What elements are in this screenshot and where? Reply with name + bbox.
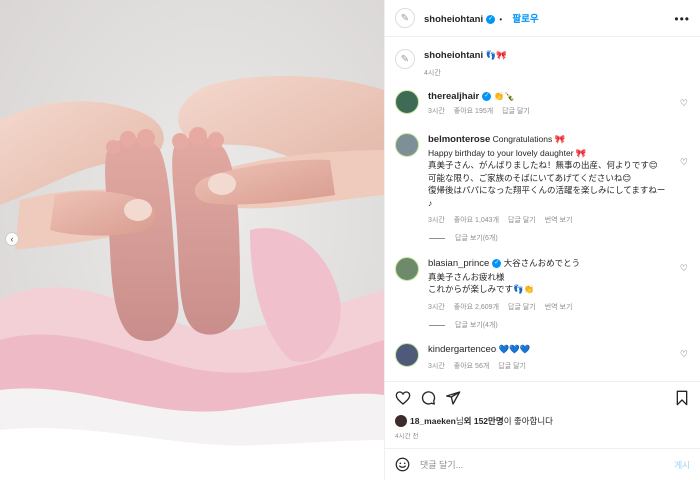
caption-time: 4시간 <box>424 69 441 77</box>
comment-username[interactable]: belmonterose <box>428 134 490 145</box>
comment-likes[interactable]: 좋아요 2,609개 <box>454 302 499 315</box>
carousel-dot-active <box>191 466 195 470</box>
translate-button[interactable]: 번역 보기 <box>545 215 573 228</box>
comments-list: ✎ shoheiohtani 👣🎀 4시간 therealjhair ✓ 👏🍾 3… <box>385 37 700 380</box>
replies-divider <box>429 237 445 239</box>
send-icon[interactable] <box>445 390 461 406</box>
post-time-ago: 4시간 전 <box>395 433 419 440</box>
comment-time: 3시간 <box>428 217 445 224</box>
action-bar: 18_maeken 님 외 152만명 이 좋아합니다 4시간 전 <box>385 381 700 441</box>
caption-username[interactable]: shoheiohtani <box>424 50 483 61</box>
comment-likes[interactable]: 좋아요 1,043개 <box>454 215 499 228</box>
reply-button[interactable]: 답글 달기 <box>498 361 526 374</box>
comment-time: 3시간 <box>428 362 445 370</box>
author-avatar[interactable]: ✎ <box>395 8 415 28</box>
smile-icon[interactable] <box>395 457 410 472</box>
carousel-indicator <box>184 466 195 470</box>
view-replies-label: 답글 보기(4개) <box>455 322 498 329</box>
view-replies-label: 답글 보기(6개) <box>455 235 498 242</box>
comment-text-line: 真美子さんお疲れ様 <box>428 271 505 282</box>
follow-button[interactable]: 팔로우 <box>512 14 538 25</box>
prev-photo-button[interactable]: ‹ <box>5 232 19 246</box>
separator-dot: • <box>499 15 503 24</box>
likes-summary[interactable]: 18_maeken 님 외 152만명 이 좋아합니다 <box>395 415 553 427</box>
caption-text: 👣🎀 <box>485 50 507 60</box>
reply-button[interactable]: 답글 달기 <box>502 106 530 119</box>
comment-text-line: 可能な限り、ご家族のそばにいてあげてくださいね😊 <box>428 172 632 183</box>
reply-button[interactable]: 답글 달기 <box>508 302 536 315</box>
comment-item: belmonterose Congratulations 🎀 Happy bir… <box>395 133 690 228</box>
view-replies-button[interactable]: 답글 보기(6개) <box>429 233 498 243</box>
comment-time: 3시간 <box>428 303 445 311</box>
comment-text-line: 真美子さん、がんばりましたね！無事の出産、何よりです😊 <box>428 160 658 170</box>
comment-input[interactable] <box>420 459 675 470</box>
commenter-avatar[interactable] <box>395 257 419 281</box>
verified-icon: ✓ <box>492 259 502 269</box>
liker-avatar <box>395 415 407 427</box>
likes-mid: 님 <box>455 416 464 426</box>
more-horizontal-icon[interactable]: ••• <box>674 12 690 26</box>
action-icons <box>395 390 690 408</box>
author-block: shoheiohtani ✓ • 팔로우 <box>424 11 539 25</box>
comment-text: 👏🍾 <box>493 91 515 101</box>
comment-text: 💙💙💙 <box>498 344 531 354</box>
author-avatar[interactable]: ✎ <box>395 49 415 69</box>
author-username[interactable]: shoheiohtani <box>424 14 483 25</box>
liker-username[interactable]: 18_maeken <box>410 416 456 426</box>
chevron-left-icon: ‹ <box>10 234 14 244</box>
comment-likes[interactable]: 좋아요 56개 <box>454 361 490 374</box>
heart-icon[interactable]: ♡ <box>680 263 688 274</box>
replies-divider <box>429 324 445 326</box>
post-comment-button[interactable]: 게시 <box>674 459 690 471</box>
commenter-avatar[interactable] <box>395 343 419 367</box>
commenter-avatar[interactable] <box>395 90 419 114</box>
verified-icon: ✓ <box>482 92 492 102</box>
comment-text-line: 復帰後はパパになった翔平くんの活躍を楽しみにしてますねー <box>428 185 666 195</box>
comment-username[interactable]: blasian_prince <box>428 258 489 269</box>
likes-count[interactable]: 외 152만명 <box>464 415 504 427</box>
comment-item: blasian_prince ✓ 大谷さんおめでとう 真美子さんお疲れ様 これから… <box>395 257 690 314</box>
post-photo: ‹ <box>0 0 384 480</box>
comment-item: kindergartenceo 💙💙💙 3시간 좋아요 56개 답글 달기 ♡ <box>395 343 690 373</box>
view-replies-button[interactable]: 답글 보기(4개) <box>429 320 498 330</box>
translate-button[interactable]: 번역 보기 <box>545 302 573 315</box>
comment-text-line: ♪ <box>428 197 433 208</box>
comment-composer: 게시 <box>385 448 700 480</box>
baby-feet-image <box>0 0 384 480</box>
carousel-dot <box>184 466 188 470</box>
comment-text-line: Happy birthday to your lovely daughter 🎀 <box>428 147 587 158</box>
reply-button[interactable]: 답글 달기 <box>508 215 536 228</box>
commenter-avatar[interactable] <box>395 133 419 157</box>
heart-icon[interactable] <box>395 390 411 406</box>
verified-icon: ✓ <box>486 15 496 25</box>
comment-item: therealjhair ✓ 👏🍾 3시간 좋아요 195개 답글 달기 ♡ <box>395 90 690 118</box>
comment-text-line: 大谷さんおめでとう <box>503 258 581 268</box>
post-header: ✎ shoheiohtani ✓ • 팔로우 ••• <box>385 0 700 37</box>
likes-tail: 이 좋아합니다 <box>503 416 553 426</box>
bookmark-icon[interactable] <box>674 390 690 406</box>
heart-icon[interactable]: ♡ <box>680 349 688 360</box>
heart-icon[interactable]: ♡ <box>680 157 688 168</box>
comment-text-line: これからが楽しみです👣👏 <box>428 284 535 294</box>
comment-username[interactable]: kindergartenceo <box>428 344 496 355</box>
comment-time: 3시간 <box>428 107 445 115</box>
post-side-panel: ✎ shoheiohtani ✓ • 팔로우 ••• ✎ shoheiohtani… <box>384 0 700 480</box>
comment-likes[interactable]: 좋아요 195개 <box>454 106 493 119</box>
caption: ✎ shoheiohtani 👣🎀 4시간 <box>395 49 690 80</box>
comment-username[interactable]: therealjhair <box>428 91 479 102</box>
comment-text-line: Congratulations 🎀 <box>492 134 566 144</box>
heart-icon[interactable]: ♡ <box>680 98 688 109</box>
instagram-post-modal: ‹ ✎ shoheiohtani ✓ • 팔로우 ••• ✎ shoheiohta… <box>0 0 700 480</box>
comment-icon[interactable] <box>420 390 436 406</box>
